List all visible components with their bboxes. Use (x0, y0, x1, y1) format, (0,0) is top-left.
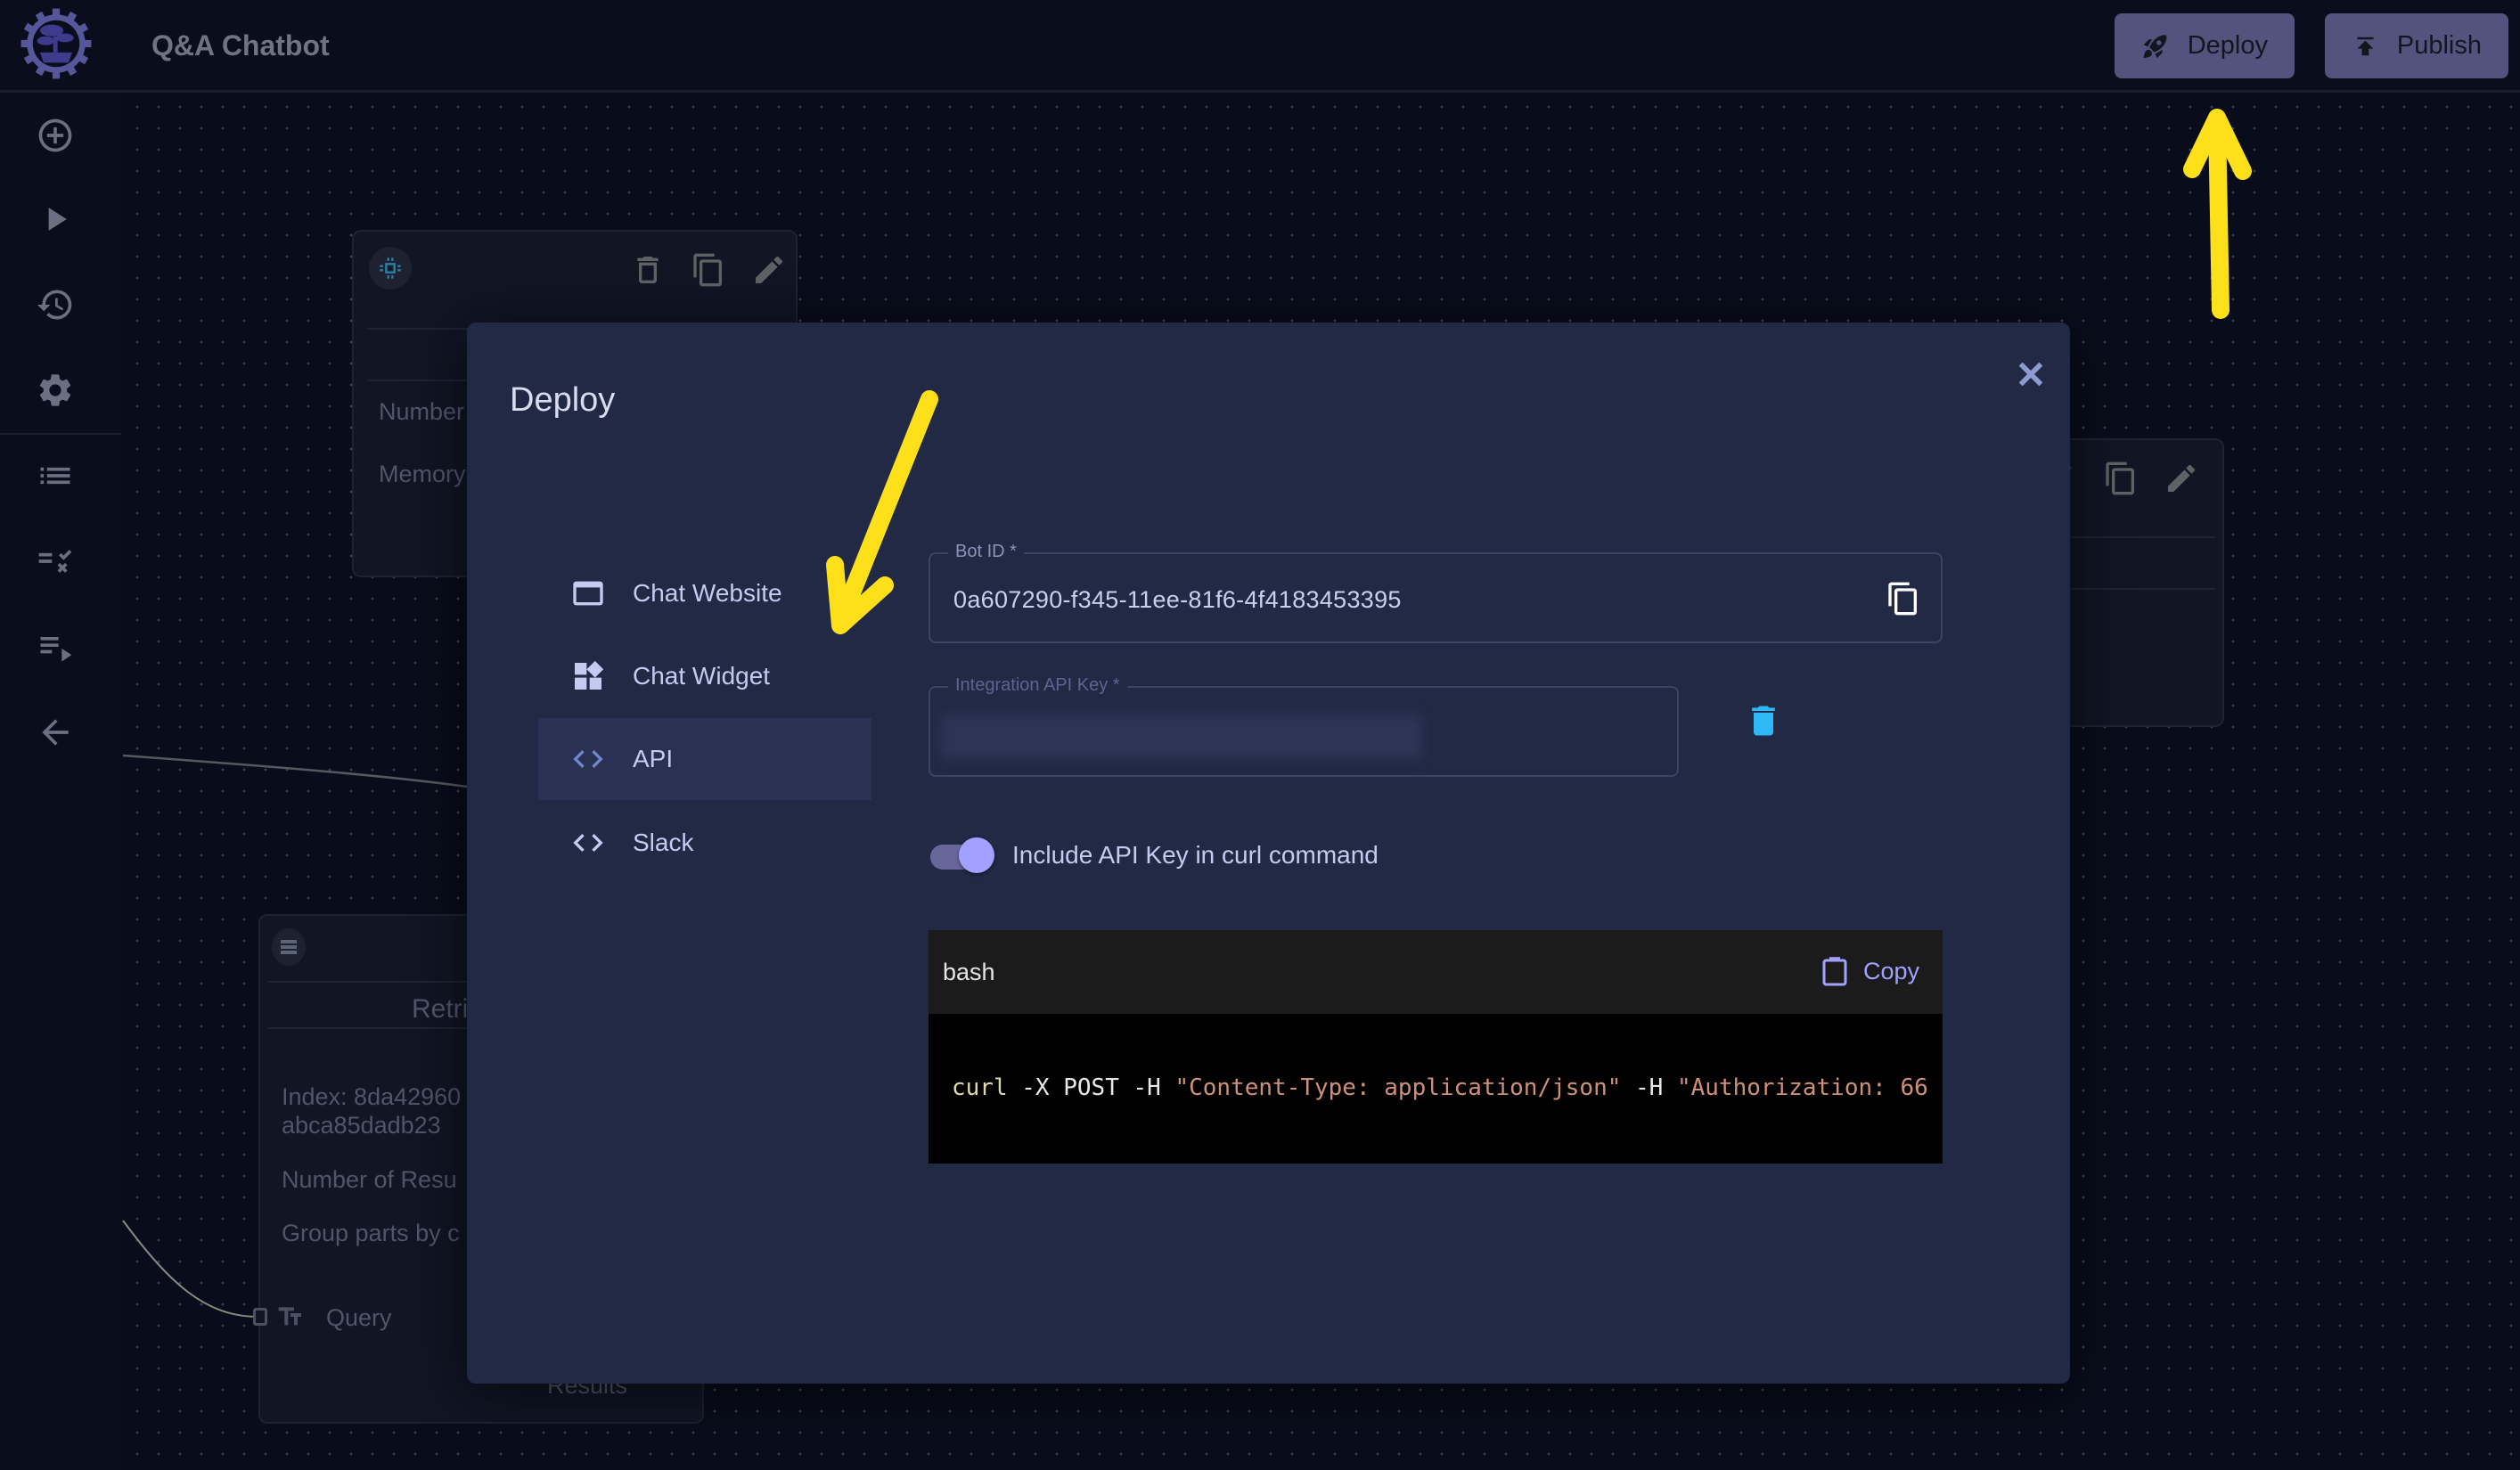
nav-item-label: Chat Website (633, 579, 782, 607)
code-header: bash Copy (929, 930, 1943, 1014)
api-key-label: Integration API Key * (948, 675, 1127, 696)
code-block: bash Copy curl -X POST -H "Content-Type:… (929, 930, 1943, 1164)
api-key-value-blurred (941, 715, 1422, 759)
code-token: "Authorization: 66 (1677, 1074, 1928, 1101)
include-api-key-label: Include API Key in curl command (1012, 841, 1379, 869)
bot-id-field[interactable]: Bot ID * 0a607290-f345-11ee-81f6-4f41834… (929, 542, 1943, 643)
copy-code-button[interactable]: Copy (1820, 955, 1919, 987)
code-token: "Content-Type: application/json" (1174, 1074, 1622, 1101)
deploy-modal: Deploy Chat Website Chat Widget API Slac… (467, 323, 2070, 1384)
delete-api-key-button[interactable] (1744, 701, 1783, 740)
code-icon (573, 834, 603, 852)
code-icon (573, 750, 603, 768)
nav-item-label: API (633, 745, 674, 772)
nav-item-label: Slack (633, 829, 694, 856)
bot-id-label: Bot ID * (948, 542, 1024, 562)
include-api-key-toggle[interactable] (929, 837, 996, 877)
trash-icon (1752, 706, 1775, 736)
widgets-icon (575, 660, 604, 690)
close-icon (2018, 362, 2043, 387)
toggle-thumb (959, 837, 994, 873)
copy-bot-id-button[interactable] (1886, 581, 1921, 617)
code-token: curl (952, 1074, 1008, 1101)
close-button[interactable] (2013, 356, 2049, 392)
bot-id-value[interactable]: 0a607290-f345-11ee-81f6-4f4183453395 (953, 586, 1402, 614)
app-root: Number Memory Retri Index: 8da42960 abca… (0, 0, 2520, 1470)
code-token: -H (1621, 1074, 1677, 1101)
nav-item-slack[interactable]: Slack (538, 802, 871, 884)
browser-window-icon (573, 581, 603, 606)
code-language: bash (943, 959, 995, 985)
copy-icon (1888, 582, 1917, 616)
nav-item-chat-website[interactable]: Chat Website (538, 552, 871, 634)
api-key-field[interactable]: Integration API Key * (929, 675, 1679, 777)
nav-item-chat-widget[interactable]: Chat Widget (538, 635, 871, 717)
modal-title: Deploy (510, 381, 616, 419)
clipboard-icon (1822, 957, 1847, 986)
code-token: -X POST -H (1007, 1074, 1175, 1101)
nav-item-label: Chat Widget (633, 662, 771, 690)
curl-command[interactable]: curl -X POST -H "Content-Type: applicati… (952, 1074, 1928, 1101)
copy-label: Copy (1862, 957, 1919, 984)
nav-item-api[interactable]: API (538, 718, 871, 800)
